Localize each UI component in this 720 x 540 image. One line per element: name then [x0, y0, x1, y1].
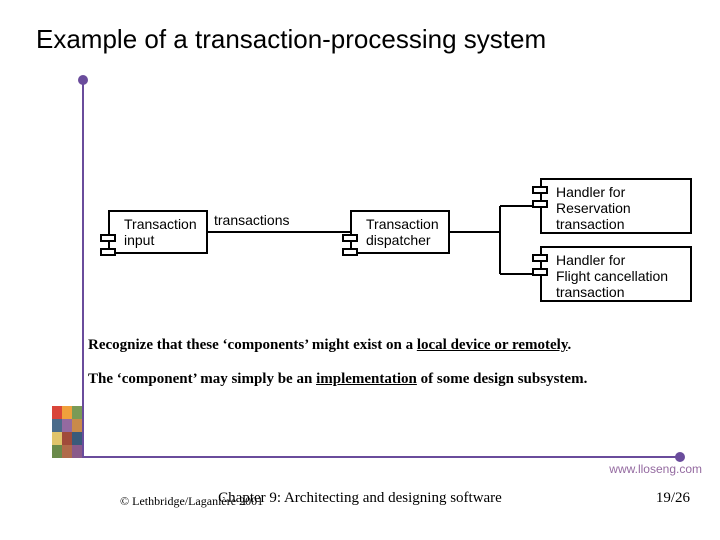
body-p2-b: of some design subsystem.: [417, 371, 587, 387]
body-p1-a: Recognize that these ‘components’ might …: [88, 337, 417, 353]
decorative-pattern: [52, 406, 82, 458]
vertical-rule: [82, 80, 84, 458]
component-label: Transactiondispatcher: [366, 216, 439, 248]
body-p2-a: The ‘component’ may simply be an: [88, 371, 316, 387]
slide-title: Example of a transaction-processing syst…: [36, 24, 546, 55]
component-handler-cancellation: Handler forFlight cancellationtransactio…: [540, 246, 692, 302]
footer-page: 19/26: [656, 490, 690, 507]
body-text: Recognize that these ‘components’ might …: [88, 335, 688, 404]
body-p1-underline: local device or remotely: [417, 337, 568, 353]
body-p1-b: .: [568, 337, 572, 353]
component-label: Handler forReservationtransaction: [556, 184, 631, 232]
horizontal-rule: [82, 456, 680, 458]
component-transaction-dispatcher: Transactiondispatcher: [350, 210, 450, 254]
site-url: www.lloseng.com: [609, 462, 702, 476]
edge-label-transactions: transactions: [214, 212, 289, 228]
body-p2-underline: implementation: [316, 371, 417, 387]
footer-chapter: Chapter 9: Architecting and designing so…: [0, 490, 720, 507]
component-transaction-input: Transactioninput: [108, 210, 208, 254]
component-handler-reservation: Handler forReservationtransaction: [540, 178, 692, 234]
component-label: Transactioninput: [124, 216, 197, 248]
component-label: Handler forFlight cancellationtransactio…: [556, 252, 668, 300]
